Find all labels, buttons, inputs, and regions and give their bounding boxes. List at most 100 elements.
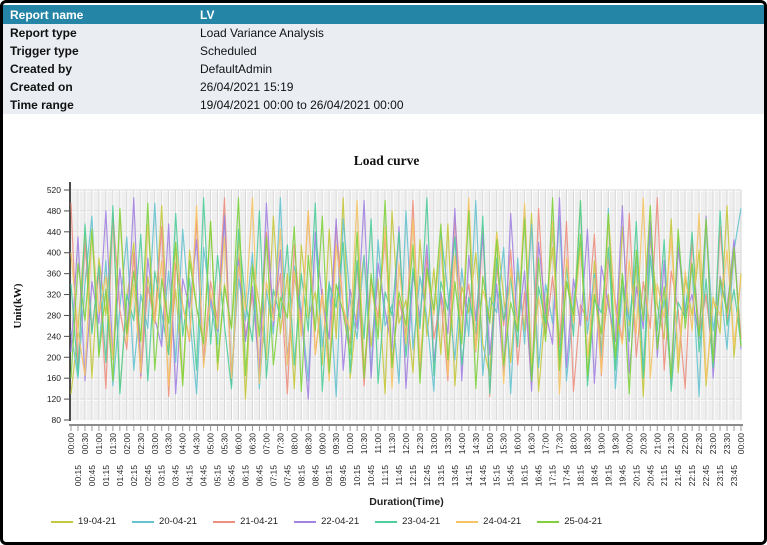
svg-text:05:45: 05:45 (227, 465, 237, 487)
svg-text:03:00: 03:00 (150, 433, 160, 455)
svg-text:22:45: 22:45 (701, 465, 711, 487)
svg-text:09:00: 09:00 (317, 433, 327, 455)
svg-text:10:30: 10:30 (359, 433, 369, 455)
svg-text:06:15: 06:15 (240, 465, 250, 487)
svg-text:03:15: 03:15 (157, 465, 167, 487)
svg-text:11:30: 11:30 (387, 433, 397, 454)
created-by-label: Created by (3, 62, 200, 76)
svg-text:16:45: 16:45 (534, 465, 544, 487)
legend-swatch (456, 521, 478, 523)
table-row: Report type Load Variance Analysis (3, 24, 764, 42)
svg-text:00:00: 00:00 (736, 433, 746, 455)
table-row: Created on 26/04/2021 15:19 (3, 78, 764, 96)
svg-text:320: 320 (47, 290, 61, 300)
legend-item-22-04-21: 22-04-21 (294, 516, 359, 527)
svg-text:03:45: 03:45 (171, 465, 181, 487)
svg-text:08:30: 08:30 (303, 433, 313, 455)
svg-text:17:15: 17:15 (548, 465, 558, 487)
trigger-type-label: Trigger type (3, 44, 200, 58)
svg-text:08:00: 08:00 (289, 433, 299, 455)
svg-text:06:30: 06:30 (247, 433, 257, 455)
report-type-value: Load Variance Analysis (200, 26, 764, 40)
svg-text:15:00: 15:00 (485, 433, 495, 455)
svg-text:20:45: 20:45 (645, 465, 655, 487)
legend-label: 24-04-21 (483, 516, 521, 527)
report-window: Report name LV Report type Load Variance… (0, 0, 767, 545)
svg-text:04:45: 04:45 (199, 465, 209, 487)
svg-text:02:30: 02:30 (136, 433, 146, 455)
svg-text:18:00: 18:00 (569, 433, 579, 455)
svg-text:01:45: 01:45 (115, 465, 125, 487)
svg-text:05:30: 05:30 (220, 433, 230, 455)
svg-text:13:00: 13:00 (429, 433, 439, 455)
svg-text:12:45: 12:45 (422, 465, 432, 487)
svg-text:21:30: 21:30 (666, 433, 676, 455)
svg-text:05:00: 05:00 (206, 433, 216, 455)
svg-text:20:30: 20:30 (638, 433, 648, 455)
svg-text:07:45: 07:45 (282, 465, 292, 487)
created-on-label: Created on (3, 80, 200, 94)
svg-text:11:45: 11:45 (394, 465, 404, 486)
legend-item-20-04-21: 20-04-21 (132, 516, 197, 527)
svg-text:10:45: 10:45 (366, 465, 376, 487)
report-name-label: Report name (3, 8, 200, 22)
svg-text:06:45: 06:45 (254, 465, 264, 487)
svg-text:120: 120 (47, 394, 61, 404)
svg-text:20:15: 20:15 (631, 465, 641, 487)
svg-text:17:00: 17:00 (541, 433, 551, 455)
legend-label: 25-04-21 (564, 516, 602, 527)
table-row: Created by DefaultAdmin (3, 60, 764, 78)
chart-legend: 19-04-21 20-04-21 21-04-21 22-04-21 23-04-21… (51, 516, 602, 527)
svg-text:22:00: 22:00 (680, 433, 690, 455)
svg-text:11:00: 11:00 (373, 433, 383, 454)
svg-text:240: 240 (47, 331, 61, 341)
svg-text:480: 480 (47, 206, 61, 216)
svg-text:09:15: 09:15 (324, 465, 334, 487)
svg-text:01:15: 01:15 (101, 465, 111, 487)
svg-text:14:45: 14:45 (478, 465, 488, 487)
svg-text:23:30: 23:30 (722, 433, 732, 455)
svg-text:16:30: 16:30 (527, 433, 537, 455)
svg-text:02:15: 02:15 (129, 465, 139, 487)
trigger-type-value: Scheduled (200, 44, 764, 58)
svg-text:200: 200 (47, 352, 61, 362)
svg-text:17:45: 17:45 (562, 465, 572, 487)
svg-text:16:15: 16:15 (520, 465, 530, 487)
table-row: Time range 19/04/2021 00:00 to 26/04/202… (3, 96, 764, 114)
svg-text:02:00: 02:00 (122, 433, 132, 455)
svg-text:14:00: 14:00 (457, 433, 467, 455)
svg-text:03:30: 03:30 (164, 433, 174, 455)
table-row: Trigger type Scheduled (3, 42, 764, 60)
legend-label: 22-04-21 (321, 516, 359, 527)
chart-plot-area: 8012016020024028032036040044048052000:00… (3, 157, 767, 529)
svg-text:08:15: 08:15 (296, 465, 306, 487)
svg-text:15:45: 15:45 (506, 465, 516, 487)
svg-text:80: 80 (52, 415, 62, 425)
y-axis-label: Unit(kW) (12, 266, 26, 346)
legend-swatch (132, 521, 154, 523)
legend-label: 19-04-21 (78, 516, 116, 527)
svg-text:14:15: 14:15 (464, 465, 474, 487)
legend-label: 23-04-21 (402, 516, 440, 527)
svg-text:09:45: 09:45 (338, 465, 348, 487)
report-type-label: Report type (3, 26, 200, 40)
svg-text:02:45: 02:45 (143, 465, 153, 487)
legend-swatch (537, 521, 559, 523)
legend-item-21-04-21: 21-04-21 (213, 516, 278, 527)
svg-text:23:00: 23:00 (708, 433, 718, 455)
svg-text:19:00: 19:00 (596, 433, 606, 455)
svg-text:19:45: 19:45 (617, 465, 627, 487)
svg-text:13:30: 13:30 (443, 433, 453, 455)
svg-text:360: 360 (47, 269, 61, 279)
svg-text:18:15: 18:15 (575, 465, 585, 487)
svg-text:07:30: 07:30 (275, 433, 285, 455)
svg-text:20:00: 20:00 (624, 433, 634, 455)
svg-text:04:15: 04:15 (185, 465, 195, 487)
svg-text:21:00: 21:00 (652, 433, 662, 455)
svg-text:14:30: 14:30 (471, 433, 481, 455)
legend-label: 20-04-21 (159, 516, 197, 527)
svg-text:00:30: 00:30 (80, 433, 90, 455)
svg-text:11:15: 11:15 (380, 465, 390, 486)
svg-text:19:15: 19:15 (603, 465, 613, 487)
svg-text:17:30: 17:30 (555, 433, 565, 455)
